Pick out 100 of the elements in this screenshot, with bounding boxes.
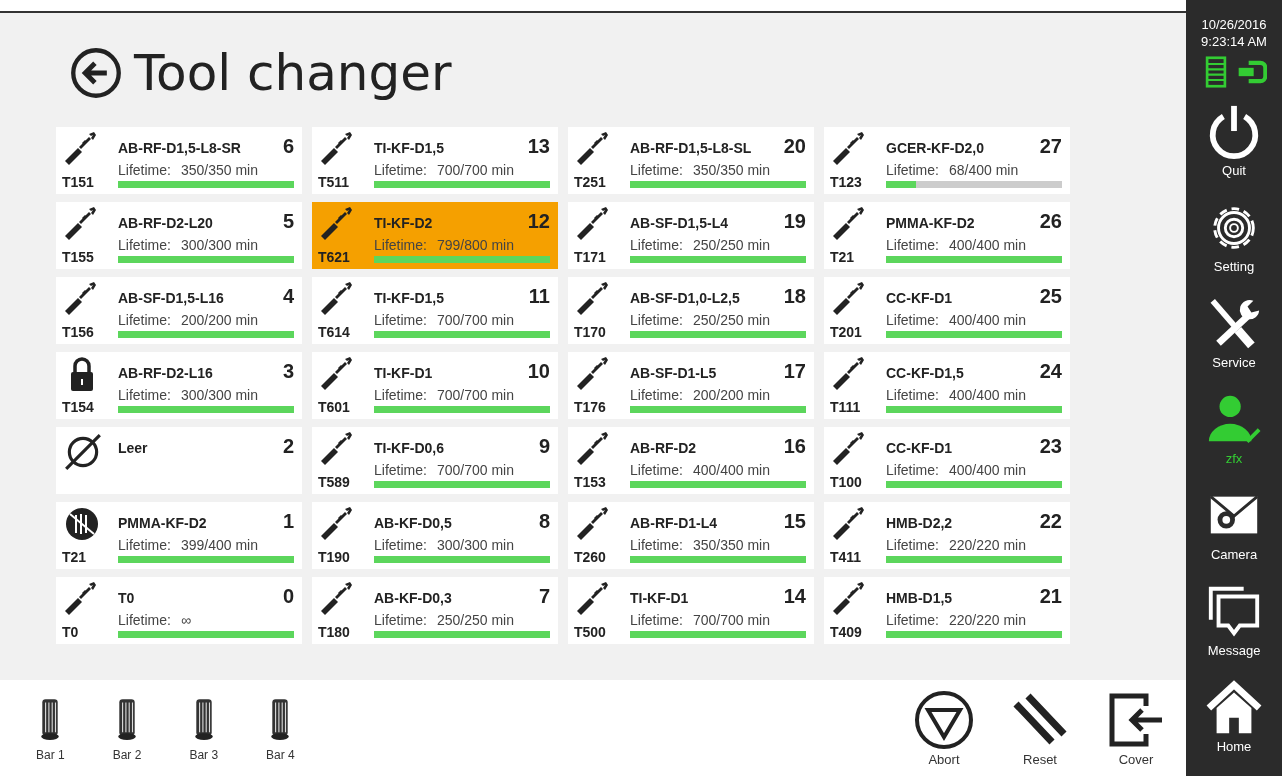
- lifetime-value: 400/400 min: [692, 461, 770, 478]
- lifetime-label: Lifetime:: [118, 311, 171, 328]
- lifetime-label: Lifetime:: [630, 386, 683, 403]
- tool-slot-card[interactable]: T154 AB-RF-D2-L16 3 Lifetime: 300/300 min: [56, 352, 302, 419]
- tool-name: TI-KF-D1,5: [374, 140, 444, 156]
- tool-slot-card[interactable]: T251 AB-RF-D1,5-L8-SL 20 Lifetime: 350/350 min: [568, 127, 814, 194]
- tool-slot-card[interactable]: T100 CC-KF-D1 23 Lifetime: 400/400 min: [824, 427, 1070, 494]
- tool-number: T171: [574, 249, 606, 265]
- tool-name: TI-KF-D1,5: [374, 290, 444, 306]
- tool-slot-card[interactable]: T511 TI-KF-D1,5 13 Lifetime: 700/700 min: [312, 127, 558, 194]
- tool-number: T614: [318, 324, 350, 340]
- tool-name: HMB-D2,2: [886, 515, 953, 531]
- tool-bar-button[interactable]: Bar 2: [112, 694, 142, 762]
- sidebar-button[interactable]: Quit: [1189, 92, 1279, 188]
- tool-slot-card[interactable]: T21 PMMA-KF-D2 1 Lifetime: 399/400 min: [56, 502, 302, 569]
- lifetime-value: 200/200 min: [180, 311, 258, 328]
- slot-number: 19: [783, 210, 806, 233]
- tool-number: T500: [574, 624, 606, 640]
- tool-slot-card[interactable]: T614 TI-KF-D1,5 11 Lifetime: 700/700 min: [312, 277, 558, 344]
- tool-number: T21: [62, 549, 87, 565]
- tool-slot-card[interactable]: T601 TI-KF-D1 10 Lifetime: 700/700 min: [312, 352, 558, 419]
- lifetime-label: Lifetime:: [886, 611, 939, 628]
- action-button[interactable]: Reset: [1010, 689, 1070, 767]
- tool-slot-card[interactable]: Leer 2: [56, 427, 302, 494]
- lifetime-value: 700/700 min: [692, 611, 770, 628]
- tool-number: T511: [318, 174, 350, 190]
- lifetime-label: Lifetime:: [118, 536, 171, 553]
- slot-number: 11: [528, 285, 550, 308]
- slot-number: 3: [282, 360, 294, 383]
- tool-name: Leer: [118, 440, 148, 456]
- tool-number: T154: [62, 399, 94, 415]
- tool-bar-button[interactable]: Bar 4: [266, 694, 295, 762]
- tool-name: TI-KF-D1: [374, 365, 433, 381]
- tool-slot-card[interactable]: T411 HMB-D2,2 22 Lifetime: 220/220 min: [824, 502, 1070, 569]
- slot-number: 8: [538, 510, 550, 533]
- tool-number: T155: [62, 249, 94, 265]
- tool-number: T260: [574, 549, 606, 565]
- lifetime-value: ∞: [180, 611, 191, 628]
- lifetime-label: Lifetime:: [630, 611, 683, 628]
- tool-slot-card[interactable]: T176 AB-SF-D1-L5 17 Lifetime: 200/200 min: [568, 352, 814, 419]
- date-text: 10/26/2016: [1201, 16, 1267, 33]
- tool-slot-card[interactable]: T156 AB-SF-D1,5-L16 4 Lifetime: 200/200 min: [56, 277, 302, 344]
- sidebar-button[interactable]: Message: [1189, 572, 1279, 668]
- tool-slot-card[interactable]: T0 T0 0 Lifetime: ∞: [56, 577, 302, 644]
- tool-slot-card[interactable]: T21 PMMA-KF-D2 26 Lifetime: 400/400 min: [824, 202, 1070, 269]
- sidebar-button[interactable]: Service: [1189, 284, 1279, 380]
- tool-name: PMMA-KF-D2: [118, 515, 207, 531]
- tool-name: AB-RF-D1,5-L8-SL: [630, 140, 752, 156]
- lifetime-label: Lifetime:: [630, 236, 683, 253]
- tool-slot-card[interactable]: T151 AB-RF-D1,5-L8-SR 6 Lifetime: 350/350 min: [56, 127, 302, 194]
- tool-bar-button[interactable]: Bar 3: [189, 694, 219, 762]
- slot-number: 6: [282, 135, 294, 158]
- slot-number: 24: [1039, 360, 1062, 383]
- tool-name: AB-RF-D2-L20: [118, 215, 213, 231]
- slot-number: 13: [527, 135, 550, 158]
- tool-name: TI-KF-D0,6: [374, 440, 444, 456]
- lifetime-value: 350/350 min: [692, 536, 770, 553]
- tool-slot-card[interactable]: T180 AB-KF-D0,3 7 Lifetime: 250/250 min: [312, 577, 558, 644]
- sidebar-button[interactable]: zfx: [1189, 380, 1279, 476]
- tool-slot-card[interactable]: T153 AB-RF-D2 16 Lifetime: 400/400 min: [568, 427, 814, 494]
- tool-slot-card[interactable]: T589 TI-KF-D0,6 9 Lifetime: 700/700 min: [312, 427, 558, 494]
- tool-slot-card[interactable]: T155 AB-RF-D2-L20 5 Lifetime: 300/300 min: [56, 202, 302, 269]
- tool-slot-card[interactable]: T123 GCER-KF-D2,0 27 Lifetime: 68/400 min: [824, 127, 1070, 194]
- lifetime-value: 200/200 min: [692, 386, 770, 403]
- tool-slot-card[interactable]: T260 AB-RF-D1-L4 15 Lifetime: 350/350 min: [568, 502, 814, 569]
- tool-number: T589: [318, 474, 350, 490]
- tool-bar-button[interactable]: Bar 1: [36, 694, 65, 762]
- lifetime-value: 250/250 min: [692, 311, 770, 328]
- lifetime-value: 300/300 min: [436, 536, 514, 553]
- lifetime-label: Lifetime:: [118, 386, 171, 403]
- tool-number: T201: [830, 324, 862, 340]
- tool-slot-card[interactable]: T409 HMB-D1,5 21 Lifetime: 220/220 min: [824, 577, 1070, 644]
- empty-set-icon: [62, 431, 104, 473]
- lifetime-label: Lifetime:: [886, 236, 939, 253]
- sidebar-button[interactable]: Setting: [1189, 188, 1279, 284]
- sidebar-button[interactable]: Home: [1189, 668, 1279, 764]
- tool-slot-card[interactable]: T621 TI-KF-D2 12 Lifetime: 799/800 min: [312, 202, 558, 269]
- tool-number: T190: [318, 549, 350, 565]
- tool-name: HMB-D1,5: [886, 590, 953, 606]
- slot-number: 26: [1039, 210, 1062, 233]
- sidebar-button[interactable]: Camera: [1189, 476, 1279, 572]
- tool-name: CC-KF-D1,5: [886, 365, 964, 381]
- lifetime-value: 700/700 min: [436, 386, 514, 403]
- tool-slot-card[interactable]: T190 AB-KF-D0,5 8 Lifetime: 300/300 min: [312, 502, 558, 569]
- tool-number: T411: [830, 549, 862, 565]
- tool-slot-card[interactable]: T500 TI-KF-D1 14 Lifetime: 700/700 min: [568, 577, 814, 644]
- tool-name: TI-KF-D1: [630, 590, 689, 606]
- tool-slot-card[interactable]: T170 AB-SF-D1,0-L2,5 18 Lifetime: 250/250 min: [568, 277, 814, 344]
- tool-slot-card[interactable]: T111 CC-KF-D1,5 24 Lifetime: 400/400 min: [824, 352, 1070, 419]
- slot-number: 23: [1039, 435, 1062, 458]
- tool-number: T170: [574, 324, 606, 340]
- tool-name: AB-SF-D1,5-L16: [118, 290, 224, 306]
- slot-number: 1: [282, 510, 294, 533]
- tool-slot-card[interactable]: T171 AB-SF-D1,5-L4 19 Lifetime: 250/250 min: [568, 202, 814, 269]
- action-button[interactable]: Cover: [1106, 689, 1166, 767]
- lifetime-value: 220/220 min: [948, 536, 1026, 553]
- action-button[interactable]: Abort: [914, 689, 974, 767]
- lifetime-label: Lifetime:: [374, 311, 427, 328]
- tool-slot-card[interactable]: T201 CC-KF-D1 25 Lifetime: 400/400 min: [824, 277, 1070, 344]
- abort-icon: [914, 689, 974, 750]
